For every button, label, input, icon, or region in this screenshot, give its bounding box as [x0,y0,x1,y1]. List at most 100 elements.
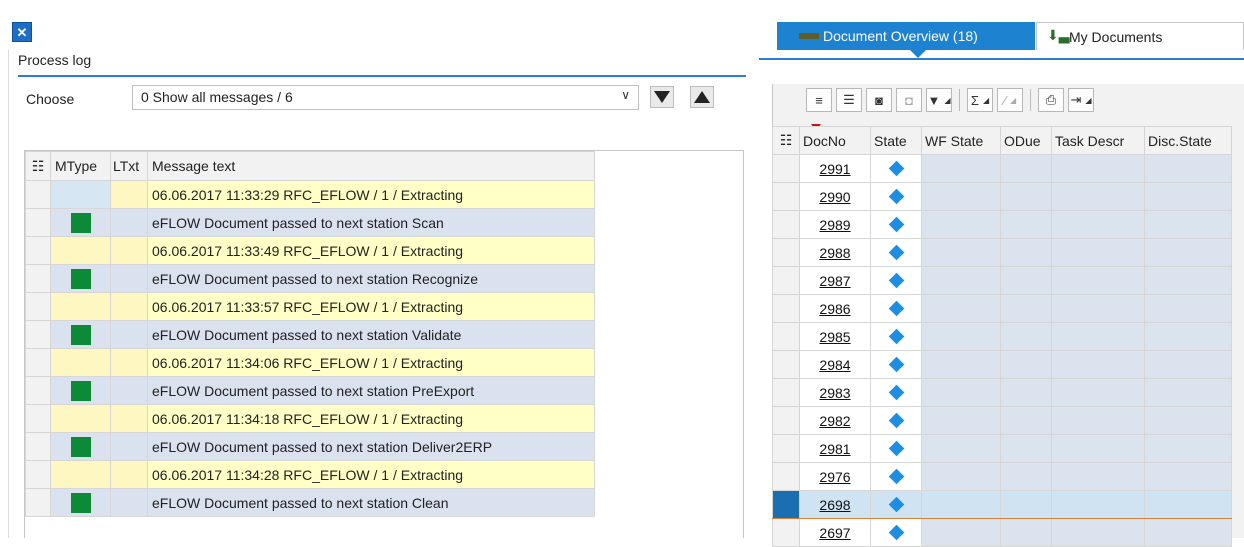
document-row[interactable]: 2698 [772,490,1232,519]
subtotal-icon[interactable]: ⁄ ◢ [997,88,1023,112]
print-icon[interactable]: ⎙ [1038,88,1064,112]
log-row[interactable]: 06.06.2017 11:33:49 RFC_EFLOW / 1 / Extr… [25,236,595,265]
column-header-disc-state[interactable]: Disc.State [1144,126,1232,155]
column-header-wf-state[interactable]: WF State [921,126,1001,155]
log-row[interactable]: 06.06.2017 11:33:57 RFC_EFLOW / 1 / Extr… [25,292,595,321]
tab-document-overview[interactable]: Document Overview (18) [777,22,1035,50]
doc-number-link[interactable]: 2697 [799,518,871,547]
document-row[interactable]: 2990 [772,182,1232,211]
long-text-cell[interactable] [110,264,148,293]
column-header-odue[interactable]: ODue [1000,126,1052,155]
log-row[interactable]: 06.06.2017 11:33:29 RFC_EFLOW / 1 / Extr… [25,180,595,209]
export-icon[interactable]: ⇥ ◢ [1068,88,1094,112]
row-selector[interactable] [25,292,51,321]
column-header-message[interactable]: Message text [147,151,595,181]
doc-number-link[interactable]: 2984 [799,350,871,379]
column-header-docno[interactable]: DocNo [799,126,871,155]
doc-number-link[interactable]: 2985 [799,322,871,351]
row-selector[interactable] [772,154,800,183]
log-row[interactable]: eFLOW Document passed to next station Pr… [25,376,595,405]
doc-number-link[interactable]: 2976 [799,462,871,491]
document-row[interactable]: 2985 [772,322,1232,351]
column-header-task-descr[interactable]: Task Descr [1051,126,1145,155]
next-message-button[interactable] [650,86,674,108]
sum-icon[interactable]: Σ ◢ [967,88,993,112]
row-selector[interactable] [772,266,800,295]
select-all-icon[interactable]: ☷ [772,126,800,155]
document-row[interactable]: 2697 [772,518,1232,547]
document-row[interactable]: 2984 [772,350,1232,379]
row-selector[interactable] [772,322,800,351]
row-selector[interactable] [772,350,800,379]
row-selector[interactable] [772,238,800,267]
doc-number-link[interactable]: 2981 [799,434,871,463]
row-selector[interactable] [772,182,800,211]
long-text-cell[interactable] [110,376,148,405]
long-text-cell[interactable] [110,488,148,517]
row-selector[interactable] [772,490,800,519]
row-selector[interactable] [772,518,800,547]
filter-lines-icon[interactable]: ☰ [836,88,862,112]
row-selector[interactable] [25,180,51,209]
log-row[interactable]: 06.06.2017 11:34:06 RFC_EFLOW / 1 / Extr… [25,348,595,377]
binoculars-icon[interactable]: ◙ [866,88,892,112]
row-selector[interactable] [25,404,51,433]
message-filter-select[interactable]: 0 Show all messages / 6 ∨ [132,85,639,110]
row-selector[interactable] [772,294,800,323]
doc-number-link[interactable]: 2987 [799,266,871,295]
doc-number-link[interactable]: 2982 [799,406,871,435]
row-selector[interactable] [772,406,800,435]
doc-number-link[interactable]: 2983 [799,378,871,407]
log-row[interactable]: eFLOW Document passed to next station Cl… [25,488,595,517]
row-selector[interactable] [25,488,51,517]
long-text-cell[interactable] [110,460,148,489]
document-row[interactable]: 2986 [772,294,1232,323]
log-row[interactable]: eFLOW Document passed to next station Va… [25,320,595,349]
log-row[interactable]: eFLOW Document passed to next station De… [25,432,595,461]
doc-number-link[interactable]: 2991 [799,154,871,183]
doc-number-link[interactable]: 2988 [799,238,871,267]
row-selector[interactable] [772,462,800,491]
row-selector[interactable] [25,460,51,489]
tab-my-documents[interactable]: ⬇▃ My Documents [1036,22,1244,50]
row-selector[interactable] [772,434,800,463]
long-text-cell[interactable] [110,236,148,265]
long-text-cell[interactable] [110,292,148,321]
document-row[interactable]: 2981 [772,434,1232,463]
document-row[interactable]: 2991 [772,154,1232,183]
row-selector[interactable] [25,236,51,265]
long-text-cell[interactable] [110,320,148,349]
select-all-icon[interactable]: ☷ [25,151,51,181]
align-top-icon[interactable]: ≡ [806,88,832,112]
doc-number-link[interactable]: 2986 [799,294,871,323]
log-row[interactable]: eFLOW Document passed to next station Sc… [25,208,595,237]
document-row[interactable]: 2987 [772,266,1232,295]
long-text-cell[interactable] [110,180,148,209]
row-selector[interactable] [25,320,51,349]
long-text-cell[interactable] [110,208,148,237]
log-row[interactable]: eFLOW Document passed to next station Re… [25,264,595,293]
find-next-icon[interactable]: ◘ [896,88,922,112]
doc-number-link[interactable]: 2989 [799,210,871,239]
column-header-ltxt[interactable]: LTxt [110,151,148,181]
row-selector[interactable] [772,210,800,239]
long-text-cell[interactable] [110,404,148,433]
row-selector[interactable] [25,376,51,405]
column-header-mtype[interactable]: MType [50,151,111,181]
row-selector[interactable] [25,432,51,461]
row-selector[interactable] [25,264,51,293]
filter-icon[interactable]: ▼ ◢ [926,88,952,112]
document-row[interactable]: 2976 [772,462,1232,491]
document-row[interactable]: 2988 [772,238,1232,267]
document-row[interactable]: 2983 [772,378,1232,407]
document-row[interactable]: 2982 [772,406,1232,435]
doc-number-link[interactable]: 2698 [799,490,871,519]
previous-message-button[interactable] [690,86,714,108]
column-header-state[interactable]: State [870,126,922,155]
close-icon[interactable]: ✕ [12,22,32,42]
row-selector[interactable] [25,348,51,377]
doc-number-link[interactable]: 2990 [799,182,871,211]
row-selector[interactable] [25,208,51,237]
log-row[interactable]: 06.06.2017 11:34:18 RFC_EFLOW / 1 / Extr… [25,404,595,433]
log-row[interactable]: 06.06.2017 11:34:28 RFC_EFLOW / 1 / Extr… [25,460,595,489]
